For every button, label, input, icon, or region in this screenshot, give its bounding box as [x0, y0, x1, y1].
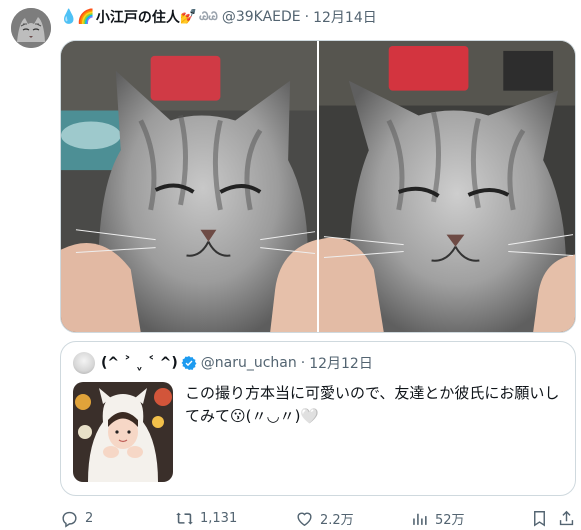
quoted-author-avatar	[73, 352, 95, 374]
person-photo-icon	[73, 382, 173, 482]
share-button[interactable]	[557, 509, 576, 528]
quoted-text-line-2: てみて😗(〃◡〃)🤍	[185, 407, 320, 425]
heart-icon	[297, 512, 312, 526]
bookmark-icon	[534, 510, 545, 527]
tweet-header: 💧🌈 小江戸の住人 💅 ᏊᏊ @39KAEDE · 12月14日	[60, 6, 377, 28]
cat-avatar-icon	[11, 8, 51, 48]
name-deco: ᏊᏊ	[199, 10, 218, 23]
name-suffix-emoji: 💅	[179, 9, 198, 25]
quoted-header-separator: ·	[300, 355, 306, 371]
quoted-author-handle: @naru_uchan	[200, 355, 297, 371]
retweet-count: 1,131	[200, 510, 238, 526]
cat-photo-icon	[319, 41, 575, 332]
views-button[interactable]: 52万	[410, 509, 465, 528]
tweet-media	[60, 40, 576, 333]
author-avatar[interactable]	[11, 8, 51, 48]
name-prefix-emoji: 💧🌈	[60, 9, 95, 25]
retweet-button[interactable]: 1,131	[175, 509, 237, 528]
reply-icon	[62, 511, 77, 528]
views-count: 52万	[435, 512, 465, 528]
reply-count: 2	[85, 510, 94, 526]
author-name[interactable]: 💧🌈 小江戸の住人 💅 ᏊᏊ	[60, 7, 218, 27]
share-icon	[559, 510, 574, 525]
quoted-tweet[interactable]: (^ ˃ ˬ ˂ ^) @naru_uchan · 12月12日 この撮り方本当	[60, 341, 576, 496]
like-count: 2.2万	[320, 512, 354, 528]
cat-photo-icon	[61, 41, 317, 332]
header-separator: ·	[304, 9, 310, 25]
author-display-name: 小江戸の住人	[95, 10, 180, 26]
quoted-tweet-text: この撮り方本当に可愛いので、友達とか彼氏にお願いし てみて😗(〃◡〃)🤍	[185, 382, 565, 428]
reply-button[interactable]: 2	[60, 509, 93, 528]
quoted-tweet-date: 12月12日	[309, 356, 373, 372]
quoted-author-name: (^ ˃ ˬ ˂ ^)	[101, 355, 178, 371]
views-chart-icon	[413, 513, 427, 525]
bookmark-button[interactable]	[530, 509, 549, 528]
verified-badge-icon	[181, 356, 197, 370]
quoted-text-line-1: この撮り方本当に可愛いので、友達とか彼氏にお願いし	[185, 384, 560, 402]
quoted-tweet-header: (^ ˃ ˬ ˂ ^) @naru_uchan · 12月12日	[73, 352, 373, 374]
quoted-media-thumbnail[interactable]	[73, 382, 173, 482]
media-photo-left[interactable]	[61, 41, 317, 332]
tweet-actions-bar: 2 1,131 2.2万 52万	[60, 506, 576, 530]
author-handle[interactable]: @39KAEDE	[222, 9, 301, 25]
media-photo-right[interactable]	[319, 41, 575, 332]
tweet-date[interactable]: 12月14日	[313, 7, 377, 27]
retweet-icon	[176, 512, 193, 524]
like-button[interactable]: 2.2万	[295, 509, 354, 528]
